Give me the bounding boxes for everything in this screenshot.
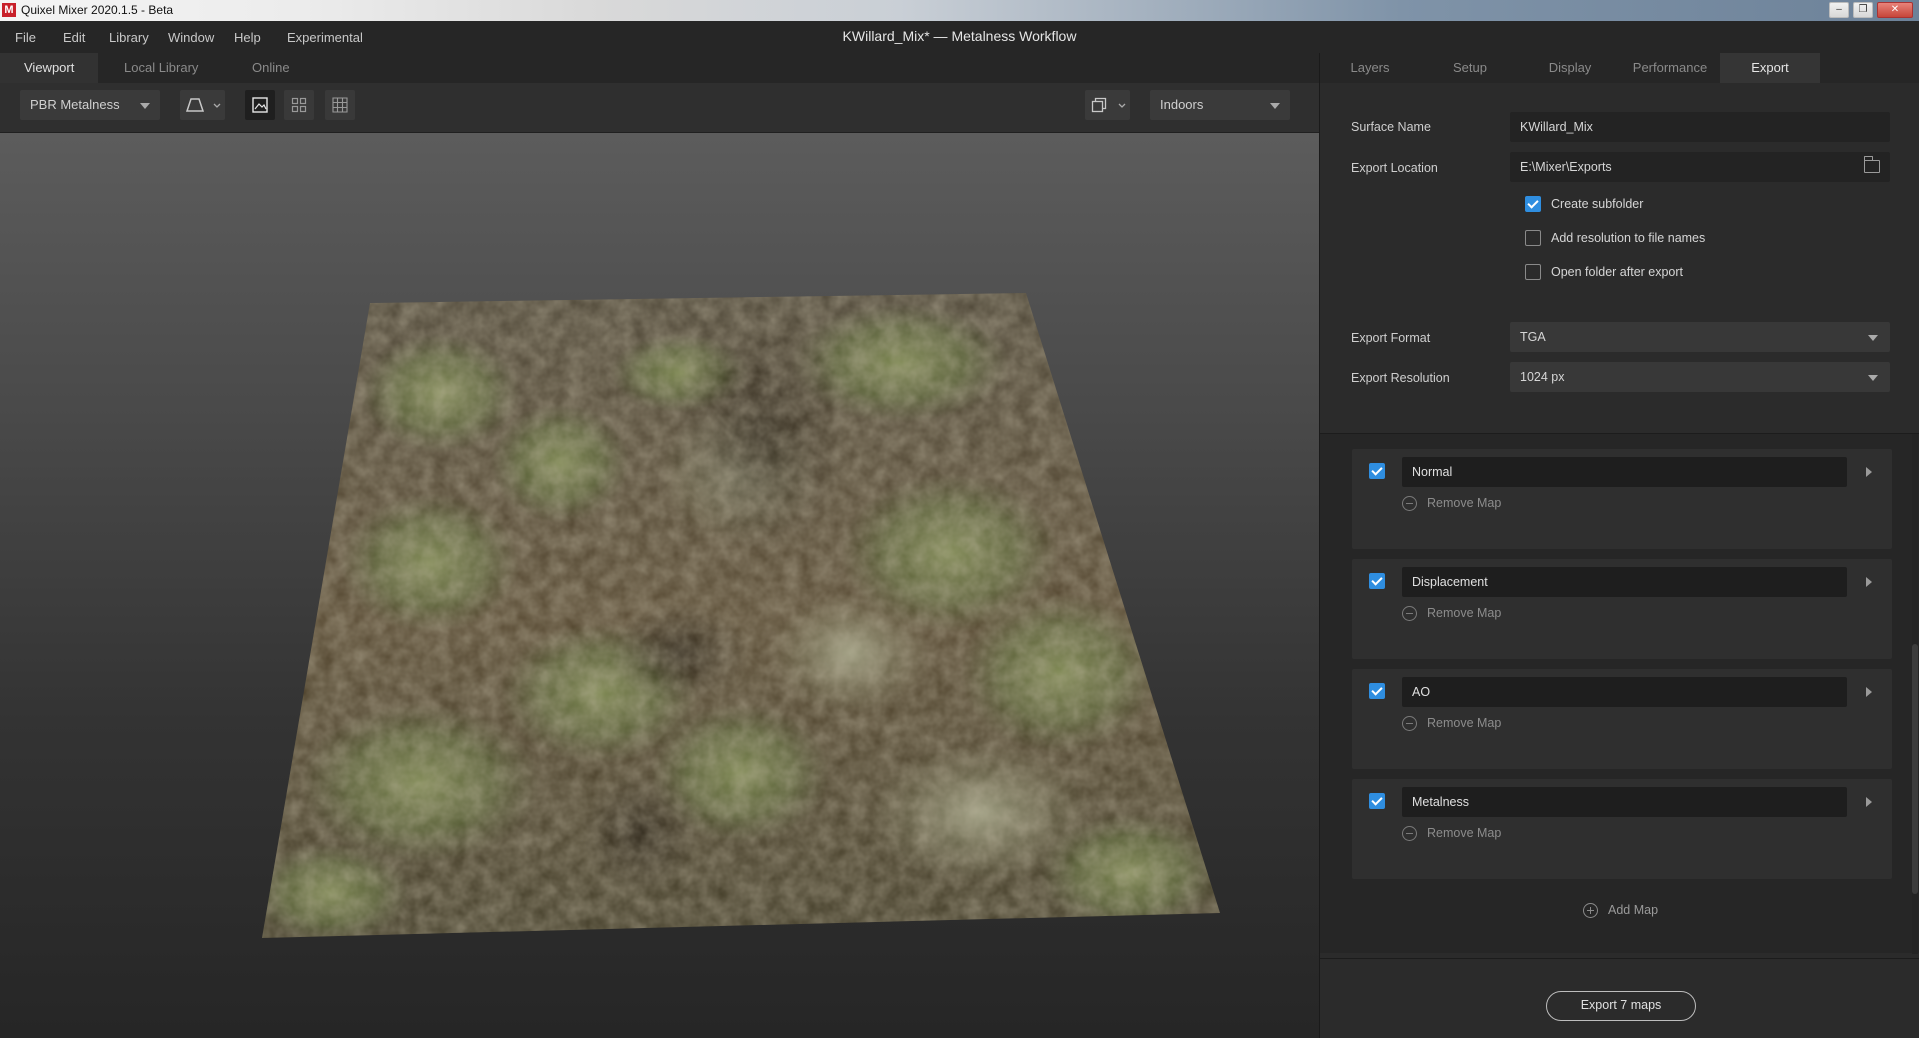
remove-circle-icon [1402,496,1417,511]
map-metalness-name[interactable]: Metalness [1402,787,1847,817]
map-metalness-checkbox[interactable] [1369,793,1385,809]
add-resolution-label: Add resolution to file names [1551,231,1706,245]
map-normal-name[interactable]: Normal [1402,457,1847,487]
export-format-dropdown[interactable]: TGA [1510,322,1890,352]
left-tab-bar: Viewport Local Library Online [0,53,1319,83]
right-panel: Layers Setup Display Performance Export … [1319,53,1919,1038]
export-resolution-label: Export Resolution [1351,371,1450,385]
camera-view-dropdown[interactable] [180,90,225,120]
chevron-down-icon [1868,335,1878,341]
grid-3x3-button[interactable] [325,90,355,120]
tab-viewport[interactable]: Viewport [0,53,99,83]
create-subfolder-checkbox[interactable] [1525,196,1541,212]
shading-mode-dropdown[interactable]: PBR Metalness [20,90,160,120]
remove-map-label: Remove Map [1427,496,1502,510]
add-map-label: Add Map [1608,903,1659,917]
surface-name-input[interactable]: KWillard_Mix [1510,112,1890,142]
grid-2x2-icon [291,97,307,113]
chevron-down-icon [140,103,150,109]
grid-3x3-icon [332,97,348,113]
window-controls: – ❐ ✕ [1829,2,1913,18]
remove-circle-icon [1402,716,1417,731]
menu-bar: File Edit Library Window Help Experiment… [0,21,1919,53]
terrain-mesh-preview[interactable] [0,133,1319,1038]
map-displacement-checkbox[interactable] [1369,573,1385,589]
3d-viewport[interactable] [0,133,1319,1038]
open-folder-checkbox[interactable] [1525,264,1541,280]
map-card-ao: AO Remove Map [1352,669,1892,769]
tab-setup[interactable]: Setup [1420,53,1520,83]
surface-name-label: Surface Name [1351,120,1431,134]
trapezoid-view-icon [186,98,204,112]
map-ao-checkbox[interactable] [1369,683,1385,699]
app-logo-icon: M [2,3,16,17]
cube-icon [1091,97,1107,113]
menu-edit[interactable]: Edit [63,30,85,45]
export-resolution-dropdown[interactable]: 1024 px [1510,362,1890,392]
remove-map-label: Remove Map [1427,606,1502,620]
menu-help[interactable]: Help [234,30,261,45]
remove-circle-icon [1402,826,1417,841]
window-title: Quixel Mixer 2020.1.5 - Beta [21,3,174,17]
tab-local-library[interactable]: Local Library [100,53,222,83]
export-format-label: Export Format [1351,331,1431,345]
chevron-right-icon[interactable] [1866,577,1872,587]
environment-dropdown[interactable]: Indoors [1150,90,1290,120]
menu-window[interactable]: Window [168,30,214,45]
display-mode-dropdown[interactable] [1085,90,1130,120]
open-folder-label: Open folder after export [1551,265,1684,279]
restore-icon[interactable]: ❐ [1853,2,1873,18]
add-resolution-checkbox[interactable] [1525,230,1541,246]
remove-map-label: Remove Map [1427,826,1502,840]
map-card-normal: Normal Remove Map [1352,449,1892,549]
map-ao-name[interactable]: AO [1402,677,1847,707]
map-card-displacement: Displacement Remove Map [1352,559,1892,659]
export-footer: Export 7 maps [1320,958,1919,1038]
chevron-down-icon [1118,103,1126,108]
image-view-button[interactable] [245,90,275,120]
tab-export[interactable]: Export [1720,53,1820,83]
chevron-down-icon [213,103,221,108]
close-icon[interactable]: ✕ [1877,2,1913,18]
chevron-right-icon[interactable] [1866,687,1872,697]
menu-file[interactable]: File [15,30,36,45]
map-normal-checkbox[interactable] [1369,463,1385,479]
os-title-bar: M Quixel Mixer 2020.1.5 - Beta – ❐ ✕ [0,0,1919,21]
tab-performance[interactable]: Performance [1620,53,1720,83]
chevron-right-icon[interactable] [1866,467,1872,477]
remove-map-label: Remove Map [1427,716,1502,730]
chevron-right-icon[interactable] [1866,797,1872,807]
environment-value: Indoors [1160,97,1204,112]
shading-mode-value: PBR Metalness [30,97,120,112]
menu-library[interactable]: Library [109,30,149,45]
scrollbar-thumb[interactable] [1912,644,1918,894]
menu-experimental[interactable]: Experimental [287,30,363,45]
export-maps-button[interactable]: Export 7 maps [1546,991,1696,1021]
tab-display[interactable]: Display [1520,53,1620,83]
export-format-value: TGA [1520,330,1546,344]
maps-scrollbar[interactable] [1912,434,1918,954]
map-displacement-name[interactable]: Displacement [1402,567,1847,597]
image-icon [252,97,268,113]
export-location-input[interactable]: E:\Mixer\Exports [1510,152,1890,182]
create-subfolder-label: Create subfolder [1551,197,1644,211]
add-circle-icon [1583,903,1598,918]
tab-layers[interactable]: Layers [1320,53,1420,83]
export-location-label: Export Location [1351,161,1438,175]
chevron-down-icon [1270,103,1280,109]
export-maps-list: Normal Remove Map Displacement Remove Ma… [1320,433,1919,954]
viewport-toolbar: PBR Metalness Indoors [0,83,1319,133]
chevron-down-icon [1868,375,1878,381]
minimize-icon[interactable]: – [1829,2,1849,18]
folder-icon[interactable] [1863,156,1880,173]
export-resolution-value: 1024 px [1520,370,1565,384]
tab-online[interactable]: Online [228,53,314,83]
export-location-value: E:\Mixer\Exports [1520,160,1612,174]
remove-circle-icon [1402,606,1417,621]
map-card-metalness: Metalness Remove Map [1352,779,1892,879]
grid-2x2-button[interactable] [284,90,314,120]
right-tab-bar: Layers Setup Display Performance Export [1320,53,1919,83]
